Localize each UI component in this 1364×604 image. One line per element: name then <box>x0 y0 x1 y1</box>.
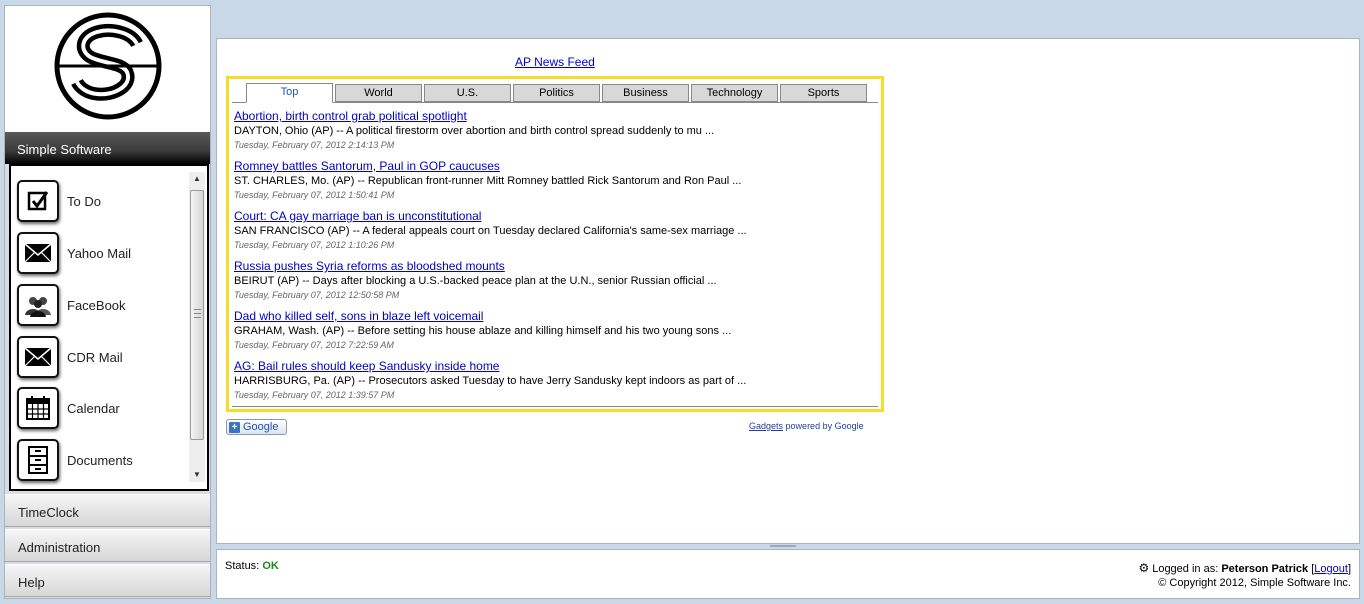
envelope-icon <box>17 232 59 274</box>
app-label-facebook: FaceBook <box>67 297 126 313</box>
logged-in-label: Logged in as: <box>1152 563 1219 575</box>
status-label: Status: <box>225 560 260 572</box>
envelope-icon <box>17 336 59 378</box>
story-title-link[interactable]: Abortion, birth control grab political s… <box>234 109 874 124</box>
app-item-facebook[interactable]: FaceBook <box>17 282 177 328</box>
login-info: ⚙ Logged in as: Peterson Patrick [Logout]… <box>1138 561 1351 589</box>
story-item: Russia pushes Syria reforms as bloodshed… <box>234 259 874 309</box>
story-snippet: ST. CHARLES, Mo. (AP) -- Republican fron… <box>234 175 742 187</box>
story-date: Tuesday, February 07, 2012 1:10:26 PM <box>234 240 395 250</box>
plus-icon: + <box>229 421 240 433</box>
scroll-down-arrow-icon[interactable]: ▼ <box>189 468 205 482</box>
tab-business[interactable]: Business <box>602 84 689 102</box>
app-label-yahoo-mail: Yahoo Mail <box>67 245 132 261</box>
app-item-calendar[interactable]: Calendar <box>17 385 177 431</box>
story-item: Abortion, birth control grab political s… <box>234 109 874 159</box>
simple-software-logo-icon <box>54 12 162 120</box>
sidebar: Simple Software To Do Yahoo Mail FaceBoo… <box>4 5 211 599</box>
scrollbar-thumb[interactable] <box>190 190 204 440</box>
app-label-documents: Documents <box>67 452 133 468</box>
nav-timeclock[interactable]: TimeClock <box>5 494 210 527</box>
story-title-link[interactable]: AG: Bail rules should keep Sandusky insi… <box>234 359 874 374</box>
status-value: OK <box>262 560 279 572</box>
gear-icon[interactable]: ⚙ <box>1138 561 1149 575</box>
calendar-icon <box>17 387 59 429</box>
nav-help[interactable]: Help <box>5 564 210 597</box>
gadgets-link[interactable]: Gadgets <box>749 421 783 431</box>
story-item: AG: Bail rules should keep Sandusky insi… <box>234 359 874 409</box>
panel-splitter[interactable] <box>770 545 796 547</box>
user-name: Peterson Patrick <box>1221 563 1309 575</box>
app-item-todo[interactable]: To Do <box>17 178 177 224</box>
app-list-scrollbar[interactable]: ▲ ▼ <box>189 172 205 482</box>
story-date: Tuesday, February 07, 2012 2:14:13 PM <box>234 140 395 150</box>
story-item: Dad who killed self, sons in blaze left … <box>234 309 874 359</box>
feed-title-link[interactable]: AP News Feed <box>515 55 595 69</box>
google-button-label: Google <box>243 421 279 433</box>
story-snippet: SAN FRANCISCO (AP) -- A federal appeals … <box>234 225 747 237</box>
logout-link[interactable]: Logout <box>1314 563 1348 575</box>
tab-technology[interactable]: Technology <box>691 84 778 102</box>
story-title-link[interactable]: Russia pushes Syria reforms as bloodshed… <box>234 259 874 274</box>
app-title: Simple Software <box>17 142 112 157</box>
nav-label-timeclock: TimeClock <box>18 505 79 520</box>
powered-by-text: powered by Google <box>785 421 864 431</box>
app-item-documents[interactable]: Documents <box>17 437 177 483</box>
tab-top[interactable]: Top <box>246 83 333 103</box>
story-date: Tuesday, February 07, 2012 1:39:57 PM <box>234 390 395 400</box>
story-item: Romney battles Santorum, Paul in GOP cau… <box>234 159 874 209</box>
logo <box>5 6 210 132</box>
tab-politics[interactable]: Politics <box>513 84 600 102</box>
tab-world[interactable]: World <box>335 84 422 102</box>
story-title-link[interactable]: Court: CA gay marriage ban is unconstitu… <box>234 209 874 224</box>
story-snippet: BEIRUT (AP) -- Days after blocking a U.S… <box>234 275 717 287</box>
add-to-google-button[interactable]: + Google <box>226 419 287 435</box>
scroll-up-arrow-icon[interactable]: ▲ <box>189 172 205 186</box>
story-date: Tuesday, February 07, 2012 7:22:59 AM <box>234 340 394 350</box>
story-item: Court: CA gay marriage ban is unconstitu… <box>234 209 874 259</box>
nav-label-help: Help <box>18 575 45 590</box>
gadget-divider <box>232 406 878 407</box>
nav-label-administration: Administration <box>18 540 101 555</box>
app-label-todo: To Do <box>67 193 101 209</box>
file-cabinet-icon <box>17 439 59 481</box>
app-label-cdr-mail: CDR Mail <box>67 349 123 365</box>
grip-icon <box>194 309 201 318</box>
status-footer: Status: OK ⚙ Logged in as: Peterson Patri… <box>216 549 1360 599</box>
story-snippet: GRAHAM, Wash. (AP) -- Before setting his… <box>234 325 732 337</box>
story-date: Tuesday, February 07, 2012 12:50:58 PM <box>234 290 400 300</box>
story-snippet: DAYTON, Ohio (AP) -- A political firesto… <box>234 125 715 137</box>
checkbox-icon <box>17 180 59 222</box>
app-title-bar: Simple Software <box>5 132 210 164</box>
story-title-link[interactable]: Dad who killed self, sons in blaze left … <box>234 309 874 324</box>
app-item-cdr-mail[interactable]: CDR Mail <box>17 334 177 380</box>
status: Status: OK <box>225 560 279 572</box>
app-launcher-list: To Do Yahoo Mail FaceBook CDR Mail Calen… <box>9 164 209 491</box>
app-item-yahoo-mail[interactable]: Yahoo Mail <box>17 230 177 276</box>
story-date: Tuesday, February 07, 2012 1:50:41 PM <box>234 190 395 200</box>
story-snippet: HARRISBURG, Pa. (AP) -- Prosecutors aske… <box>234 375 747 387</box>
tab-sports[interactable]: Sports <box>780 84 867 102</box>
main-panel: AP News Feed Top World U.S. Politics Bus… <box>216 38 1360 544</box>
story-title-link[interactable]: Romney battles Santorum, Paul in GOP cau… <box>234 159 874 174</box>
people-icon <box>17 284 59 326</box>
tab-us[interactable]: U.S. <box>424 84 511 102</box>
news-tabs: Top World U.S. Politics Business Technol… <box>232 82 878 103</box>
story-list: Abortion, birth control grab political s… <box>234 109 874 409</box>
powered-by: Gadgets powered by Google <box>749 421 864 431</box>
news-gadget: Top World U.S. Politics Business Technol… <box>226 76 884 412</box>
app-label-calendar: Calendar <box>67 400 120 416</box>
copyright: © Copyright 2012, Simple Software Inc. <box>1158 577 1351 589</box>
nav-administration[interactable]: Administration <box>5 529 210 562</box>
